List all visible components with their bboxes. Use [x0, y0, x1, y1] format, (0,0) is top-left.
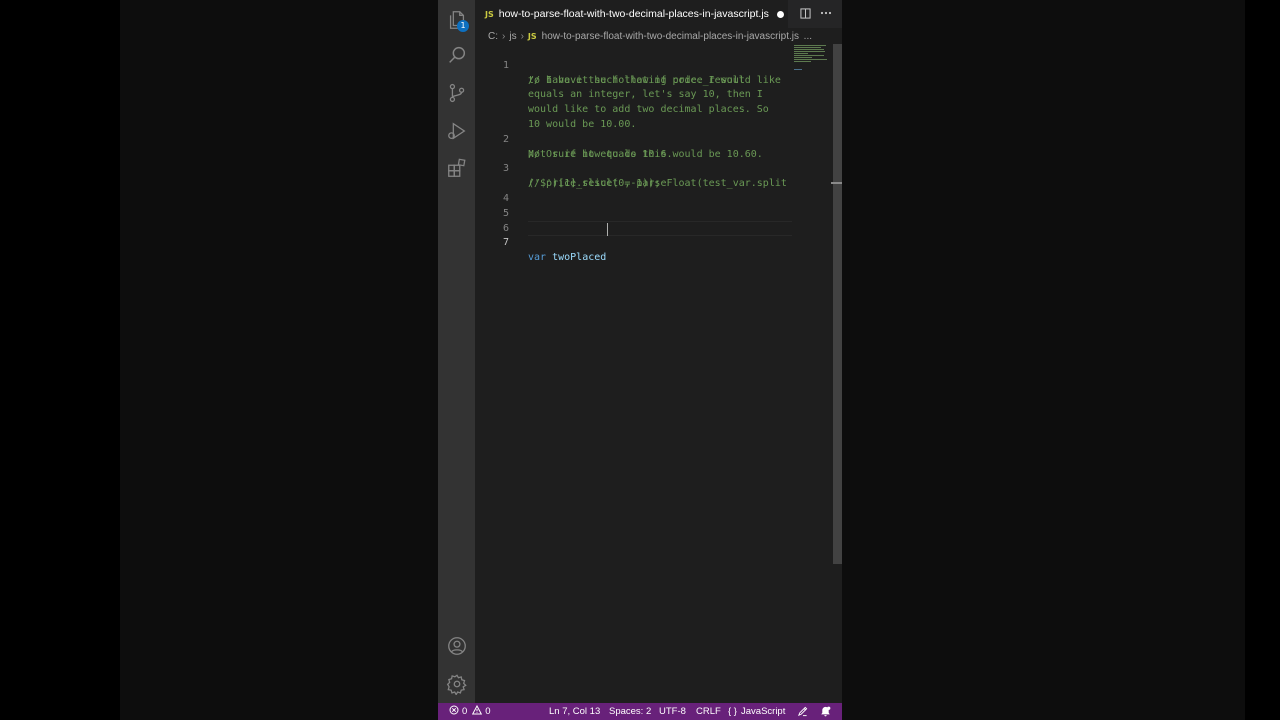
- code-line: equals an integer, let's say 10, then I: [475, 74, 795, 100]
- language-mode[interactable]: { } JavaScript: [728, 703, 785, 720]
- problems-indicator[interactable]: 0 0: [449, 703, 491, 720]
- breadcrumb-more[interactable]: ...: [804, 31, 812, 42]
- cursor-position[interactable]: Ln 7, Col 13: [549, 703, 600, 720]
- language-mode-label: JavaScript: [741, 706, 786, 717]
- braces-icon: { }: [728, 706, 737, 717]
- source-control-icon[interactable]: [444, 80, 470, 106]
- line-number: 7: [502, 237, 509, 249]
- account-icon[interactable]: [444, 633, 470, 659]
- settings-gear-icon[interactable]: [444, 671, 470, 697]
- editor-tab[interactable]: JS how-to-parse-float-with-two-decimal-p…: [475, 0, 788, 28]
- code-line: ('$')[1].slice(0,-1));: [475, 162, 795, 189]
- bell-icon[interactable]: [820, 703, 831, 720]
- error-count: 0: [462, 706, 468, 717]
- breadcrumb: C: › js › JS how-to-parse-float-with-two…: [475, 28, 842, 44]
- code-line: 10 would be 10.00.: [475, 103, 795, 130]
- split-editor-icon[interactable]: [799, 6, 811, 20]
- code-line: 6: [475, 207, 795, 234]
- tab-bar: JS how-to-parse-float-with-two-decimal-p…: [475, 0, 842, 28]
- run-debug-icon[interactable]: [444, 118, 470, 144]
- code-line: would like to add two decimal places. So: [475, 88, 795, 115]
- breadcrumb-drive[interactable]: C:: [488, 31, 498, 42]
- error-icon: [449, 705, 459, 718]
- tab-filename: how-to-parse-float-with-two-decimal-plac…: [498, 8, 769, 20]
- explorer-badge: 1: [457, 20, 469, 32]
- line-ending-setting[interactable]: CRLF: [696, 703, 721, 720]
- letterbox-right: [1245, 0, 1280, 720]
- vscode-window: 1 JS how-to-parse-float-with-two-decimal…: [438, 0, 842, 720]
- vertical-scrollbar[interactable]: [831, 44, 842, 703]
- code-line: 5: [475, 192, 795, 219]
- editor-actions: [799, 6, 832, 20]
- code-line: 3 // price_result = parseFloat(test_var.…: [475, 148, 795, 189]
- feedback-icon[interactable]: [797, 703, 808, 720]
- code-line: Not sure how to do this.: [475, 133, 795, 160]
- identifier: twoPlaced: [552, 252, 607, 264]
- code-line: to have it such that if price_result: [475, 59, 795, 86]
- keyword-var: var: [528, 252, 547, 264]
- code-editor[interactable]: 1 // I have the following code. I would …: [475, 44, 842, 703]
- letterbox-right-inner: [842, 0, 1245, 720]
- activity-bar: 1: [438, 0, 475, 703]
- files-icon[interactable]: 1: [444, 7, 470, 33]
- code-line: 1 // I have the following code. I would …: [475, 44, 795, 86]
- indentation-setting[interactable]: Spaces: 2: [609, 703, 651, 720]
- warning-count: 0: [485, 706, 491, 717]
- warning-icon: [472, 704, 483, 718]
- extensions-icon[interactable]: [444, 155, 470, 181]
- code-line: 4: [475, 177, 795, 204]
- breadcrumb-file[interactable]: how-to-parse-float-with-two-decimal-plac…: [542, 31, 804, 42]
- breadcrumb-separator-icon: ›: [520, 30, 524, 42]
- search-icon[interactable]: [444, 42, 470, 68]
- scroll-thumb[interactable]: [833, 44, 842, 564]
- letterbox-left: [0, 0, 120, 720]
- breadcrumb-separator-icon: ›: [502, 30, 506, 42]
- code-statement: var twoPlaced: [528, 251, 606, 266]
- encoding-setting[interactable]: UTF-8: [659, 703, 686, 720]
- letterbox-left-inner: [120, 0, 438, 720]
- text-caret: [607, 222, 608, 236]
- breadcrumb-folder[interactable]: js: [509, 31, 516, 42]
- unsaved-changes-dot[interactable]: [776, 10, 784, 18]
- code-line: 2 // Or if it equals 10.6 would be 10.60…: [475, 118, 795, 160]
- status-bar: 0 0 Ln 7, Col 13 Spaces: 2 UTF-8 CRLF { …: [438, 703, 842, 720]
- more-actions-icon[interactable]: [820, 6, 832, 20]
- javascript-file-icon: JS: [527, 31, 537, 41]
- minimap[interactable]: [794, 44, 830, 84]
- code-line-current: 7 var twoPlaced: [475, 222, 795, 263]
- javascript-file-icon: JS: [485, 9, 494, 19]
- cursor-position-marker: [831, 182, 842, 184]
